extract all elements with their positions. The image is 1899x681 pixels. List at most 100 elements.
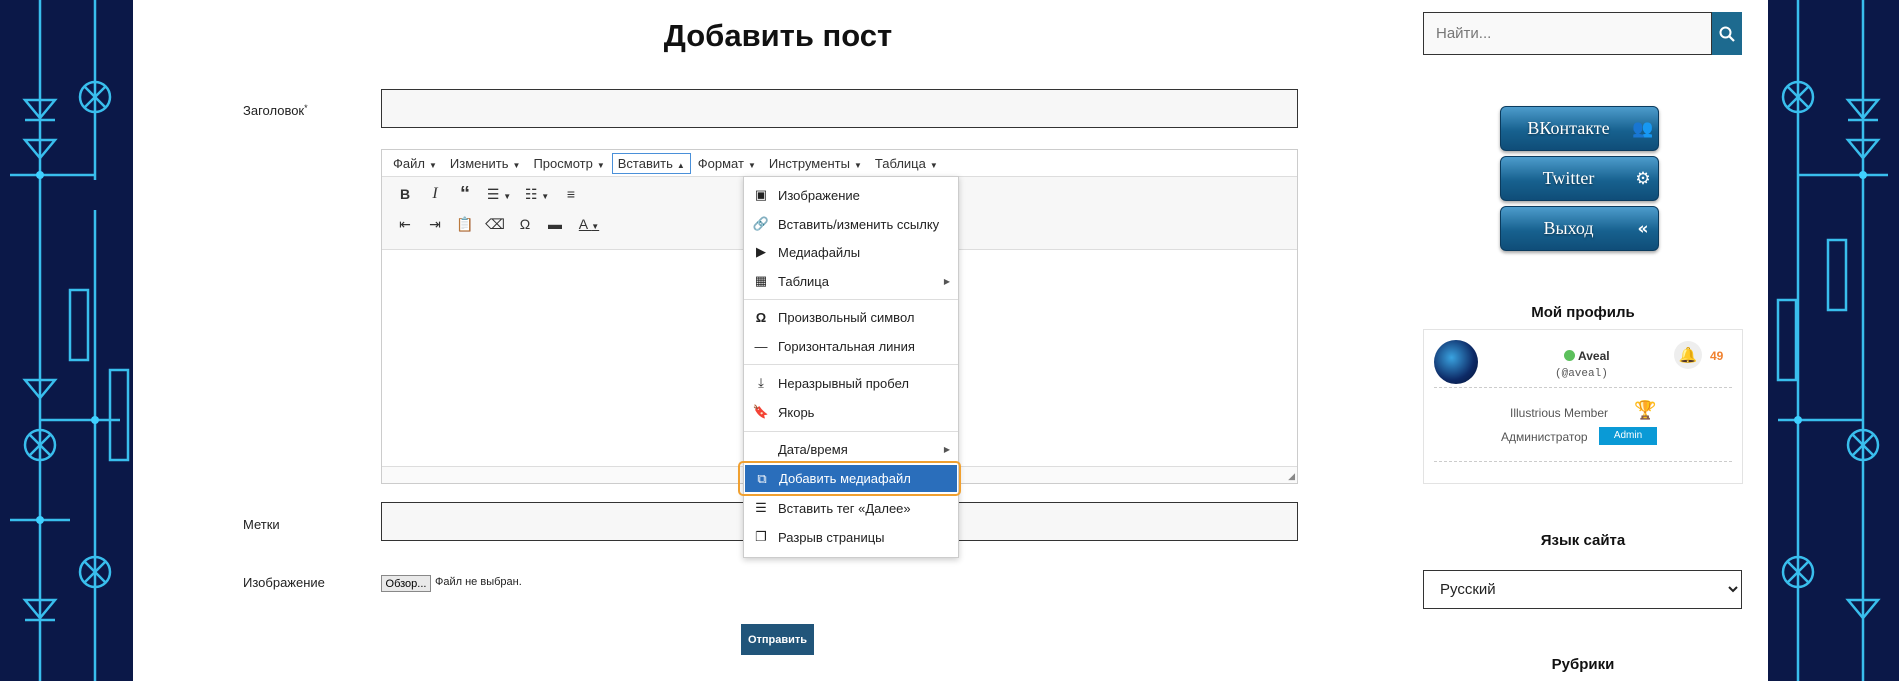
insert-special-char-item[interactable]: Ω Произвольный символ <box>744 305 958 329</box>
page-title: Добавить пост <box>663 18 893 53</box>
insert-link-label: Вставить/изменить ссылку <box>778 216 940 232</box>
indent-icon[interactable]: ⇥ <box>420 216 450 233</box>
insert-media-label: Медиафайлы <box>778 244 861 260</box>
insert-media-item[interactable]: ▶ Медиафайлы <box>744 240 958 264</box>
menu-tools[interactable]: Инструменты ▼ <box>763 153 868 174</box>
heading-input[interactable] <box>381 89 1298 128</box>
resize-handle-icon[interactable]: ◢ <box>1288 471 1295 482</box>
logout-button-label: Выход <box>1543 218 1594 238</box>
outdent-icon[interactable]: ⇤ <box>390 216 420 233</box>
insert-read-more-label: Вставить тег «Далее» <box>778 500 911 516</box>
insert-table-item[interactable]: ▦ Таблица ▶ <box>744 269 958 293</box>
menu-insert[interactable]: Вставить ▲ <box>611 152 691 174</box>
insert-anchor-item[interactable]: 🔖 Якорь <box>744 400 958 424</box>
omega-icon: Ω <box>755 309 767 325</box>
menu-edit[interactable]: Изменить ▼ <box>444 153 527 174</box>
submit-button[interactable]: Отправить <box>741 624 814 655</box>
required-mark: * <box>304 103 308 113</box>
insert-image-label: Изображение <box>778 187 860 203</box>
vk-group-icon: 👥 <box>1632 118 1654 139</box>
twitter-gears-icon: ⚙ <box>1635 168 1651 189</box>
heading-label: Заголовок* <box>243 103 308 118</box>
blockquote-icon[interactable]: “ <box>450 183 480 206</box>
text-color-icon[interactable]: A ▼ <box>570 216 608 232</box>
insert-datetime-item[interactable]: Дата/время ▶ <box>744 437 958 461</box>
browse-file-button[interactable]: Обзор... <box>381 575 431 592</box>
menu-file-label: Файл <box>393 155 425 171</box>
menu-insert-label: Вставить <box>617 155 673 171</box>
add-media-item[interactable]: ⧉ Добавить медиафайл <box>745 465 957 492</box>
role-badge: Admin <box>1599 427 1657 445</box>
categories-title: Рубрики <box>1551 656 1615 673</box>
italic-icon[interactable]: I <box>420 185 450 203</box>
add-media-icon: ⧉ <box>757 470 767 486</box>
tags-label: Метки <box>243 517 280 532</box>
insert-special-char-label: Произвольный символ <box>778 309 915 325</box>
image-label: Изображение <box>243 575 325 590</box>
main-page: Добавить пост Заголовок* Файл ▼ Изменить ▼… <box>133 0 1768 681</box>
page-break-icon: ❐ <box>755 529 767 544</box>
editor-menubar: Файл ▼ Изменить ▼ Просмотр ▼ Вставить ▲ Форм… <box>382 150 1297 176</box>
avatar[interactable] <box>1434 340 1478 384</box>
vk-button[interactable]: ВКонтакте 👥 <box>1500 106 1659 151</box>
insert-nbsp-item[interactable]: ⤓ Неразрывный пробел <box>744 371 958 395</box>
numbered-list-icon[interactable]: ☷ ▼ <box>518 186 556 203</box>
divider <box>1434 461 1732 462</box>
submenu-arrow-icon: ▶ <box>943 276 950 286</box>
menu-table[interactable]: Таблица ▼ <box>869 153 944 174</box>
profile-card: Aveal (@aveal) 🔔 49 Illustrious Member 🏆… <box>1423 329 1743 484</box>
insert-datetime-label: Дата/время <box>778 441 848 457</box>
language-title: Язык сайта <box>1540 532 1626 549</box>
menu-format[interactable]: Формат ▼ <box>692 153 762 174</box>
bold-icon[interactable]: B <box>390 186 420 202</box>
file-status: Файл не выбран. <box>435 576 522 588</box>
read-more-icon: ☰ <box>755 500 767 515</box>
bell-icon[interactable]: 🔔 <box>1674 341 1702 369</box>
menu-edit-label: Изменить <box>449 155 509 171</box>
menu-format-label: Формат <box>697 155 744 171</box>
insert-nbsp-label: Неразрывный пробел <box>778 375 909 391</box>
insert-image-item[interactable]: ▣ Изображение <box>744 183 958 207</box>
search-input[interactable] <box>1423 12 1712 55</box>
insert-page-break-label: Разрыв страницы <box>778 529 885 545</box>
media-icon: ▶ <box>756 244 766 259</box>
caret-up-icon: ▲ <box>676 160 685 170</box>
username[interactable]: Aveal <box>1564 349 1610 363</box>
insert-table-label: Таблица <box>778 273 829 289</box>
align-left-icon[interactable]: ≡ <box>556 186 586 202</box>
caret-down-icon: ▼ <box>596 160 605 170</box>
menu-view-label: Просмотр <box>533 155 593 171</box>
bookmark-icon: 🔖 <box>752 404 770 419</box>
caret-down-icon: ▼ <box>428 160 437 170</box>
clear-format-icon[interactable]: ⌫ <box>480 216 510 233</box>
menu-divider <box>744 299 958 300</box>
background-pattern-right <box>1768 0 1899 681</box>
menu-table-label: Таблица <box>874 155 926 171</box>
logout-button[interactable]: Выход « <box>1500 206 1659 251</box>
menu-file[interactable]: Файл ▼ <box>387 153 443 174</box>
insert-read-more-item[interactable]: ☰ Вставить тег «Далее» <box>744 496 958 520</box>
special-char-icon[interactable]: Ω <box>510 216 540 232</box>
twitter-button[interactable]: Twitter ⚙ <box>1500 156 1659 201</box>
horizontal-line-icon[interactable]: ▬ <box>540 216 570 232</box>
language-select[interactable]: Русский <box>1423 570 1742 609</box>
heading-label-text: Заголовок <box>243 103 305 118</box>
divider <box>1434 387 1732 388</box>
nonbreaking-space-icon: ⤓ <box>758 375 764 390</box>
vk-button-label: ВКонтакте <box>1527 118 1610 138</box>
insert-hr-item[interactable]: — Горизонтальная линия <box>744 334 958 358</box>
caret-down-icon: ▼ <box>747 160 756 170</box>
insert-page-break-item[interactable]: ❐ Разрыв страницы <box>744 525 958 549</box>
link-icon: 🔗 <box>752 216 770 231</box>
user-rank: Illustrious Member <box>1510 406 1609 420</box>
paste-text-icon[interactable]: 📋 <box>450 216 480 233</box>
user-handle: (@aveal) <box>1555 368 1608 380</box>
add-media-label: Добавить медиафайл <box>779 471 911 486</box>
insert-link-item[interactable]: 🔗 Вставить/изменить ссылку <box>744 212 958 236</box>
menu-view[interactable]: Просмотр ▼ <box>527 153 610 174</box>
caret-down-icon: ▼ <box>853 160 862 170</box>
notification-count[interactable]: 49 <box>1710 349 1723 363</box>
search-button[interactable] <box>1712 12 1742 55</box>
trophy-icon: 🏆 <box>1634 400 1657 420</box>
bullet-list-icon[interactable]: ☰ ▼ <box>480 186 518 203</box>
